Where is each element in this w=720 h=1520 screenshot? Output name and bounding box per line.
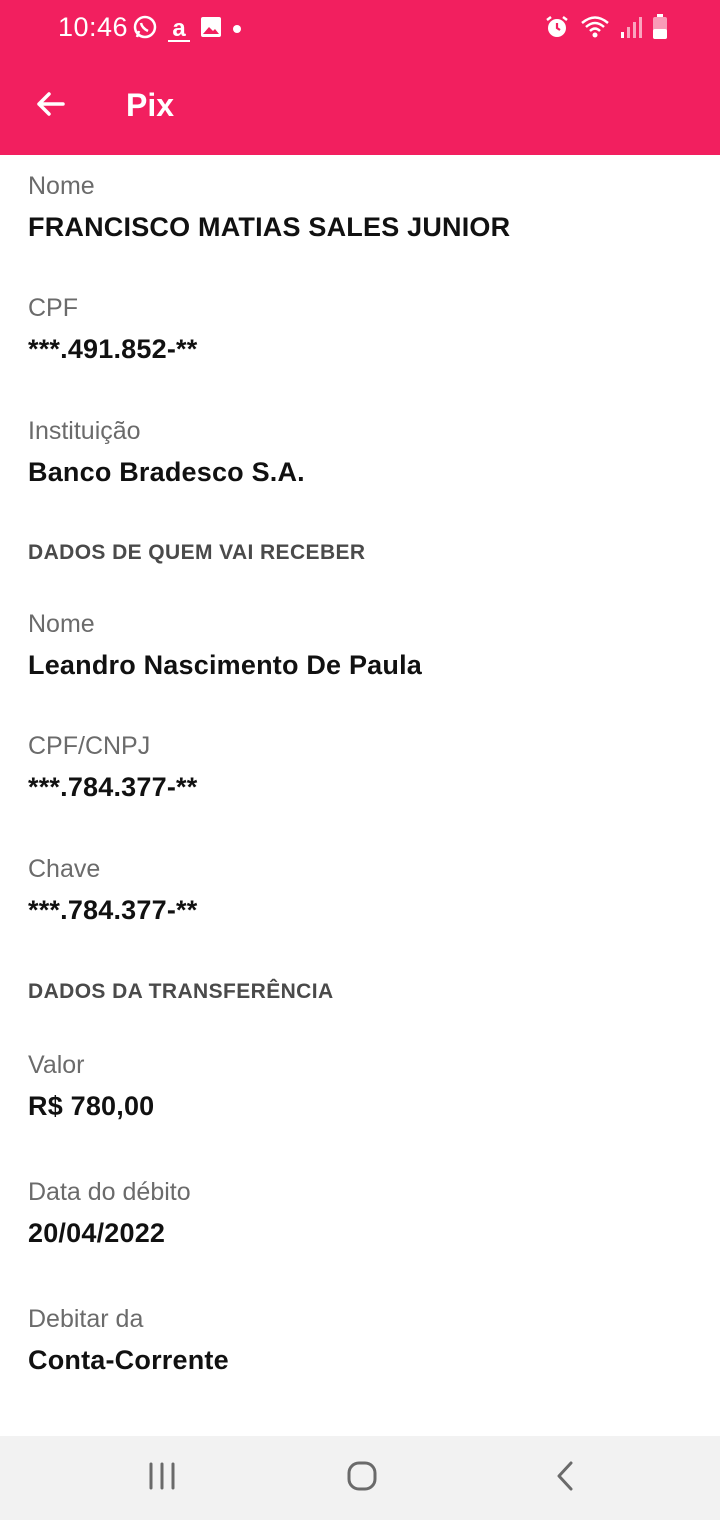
transfer-data-field: Data do débito 20/04/2022	[28, 1177, 692, 1249]
transfer-valor-value: R$ 780,00	[28, 1091, 155, 1121]
payer-nome-label: Nome	[28, 172, 95, 200]
back-nav-button[interactable]	[535, 1456, 595, 1500]
status-notification-icons: a	[132, 14, 242, 45]
status-bar: 10:46 a	[0, 0, 720, 58]
payer-cpf-field: CPF ***.491.852-**	[28, 293, 692, 365]
home-icon	[346, 1460, 378, 1497]
recent-apps-button[interactable]	[132, 1456, 192, 1500]
receiver-nome-value: Leandro Nascimento De Paula	[28, 650, 423, 680]
transfer-debitar-value: Conta-Corrente	[28, 1345, 229, 1375]
wifi-icon	[580, 14, 610, 45]
receiver-chave-field: Chave ***.784.377-**	[28, 854, 692, 926]
status-system-icons	[544, 14, 668, 45]
system-nav-bar	[0, 1436, 720, 1520]
transfer-data-value: 20/04/2022	[28, 1218, 166, 1248]
payer-instituicao-label: Instituição	[28, 417, 141, 445]
payer-instituicao-value: Banco Bradesco S.A.	[28, 457, 305, 487]
payer-instituicao-field: Instituição Banco Bradesco S.A.	[28, 416, 692, 488]
battery-icon	[652, 14, 668, 45]
transfer-details: Nome FRANCISCO MATIAS SALES JUNIOR CPF *…	[0, 155, 720, 1436]
payer-nome-field: Nome FRANCISCO MATIAS SALES JUNIOR	[28, 171, 692, 243]
transfer-debitar-field: Debitar da Conta-Corrente	[28, 1304, 692, 1376]
dot-icon	[232, 21, 242, 39]
signal-icon	[620, 15, 642, 44]
receiver-chave-label: Chave	[28, 855, 101, 883]
transfer-section-title: DADOS DA TRANSFERÊNCIA	[28, 980, 334, 1003]
payer-cpf-value: ***.491.852-**	[28, 334, 198, 364]
receiver-nome-label: Nome	[28, 610, 95, 638]
receiver-cpf-cnpj-value: ***.784.377-**	[28, 772, 198, 802]
page-title: Pix	[126, 87, 175, 123]
recent-apps-icon	[147, 1462, 177, 1495]
transfer-valor-field: Valor R$ 780,00	[28, 1050, 692, 1122]
amazon-icon: a	[168, 16, 190, 42]
image-icon	[200, 16, 222, 43]
alarm-icon	[544, 14, 570, 45]
app-toolbar: Pix	[0, 58, 720, 155]
receiver-cpf-cnpj-field: CPF/CNPJ ***.784.377-**	[28, 731, 692, 803]
back-button[interactable]	[24, 80, 76, 132]
whatsapp-icon	[132, 14, 158, 45]
back-nav-icon	[554, 1460, 576, 1497]
transfer-data-label: Data do débito	[28, 1178, 191, 1206]
receiver-cpf-cnpj-label: CPF/CNPJ	[28, 732, 151, 760]
status-time: 10:46	[58, 12, 129, 42]
transfer-debitar-label: Debitar da	[28, 1305, 144, 1333]
receiver-nome-field: Nome Leandro Nascimento De Paula	[28, 609, 692, 681]
transfer-valor-label: Valor	[28, 1051, 85, 1079]
receiver-section-title: DADOS DE QUEM VAI RECEBER	[28, 541, 366, 564]
receiver-chave-value: ***.784.377-**	[28, 895, 198, 925]
payer-cpf-label: CPF	[28, 294, 78, 322]
home-button[interactable]	[332, 1456, 392, 1500]
arrow-left-icon	[34, 88, 66, 125]
payer-nome-value: FRANCISCO MATIAS SALES JUNIOR	[28, 212, 511, 242]
